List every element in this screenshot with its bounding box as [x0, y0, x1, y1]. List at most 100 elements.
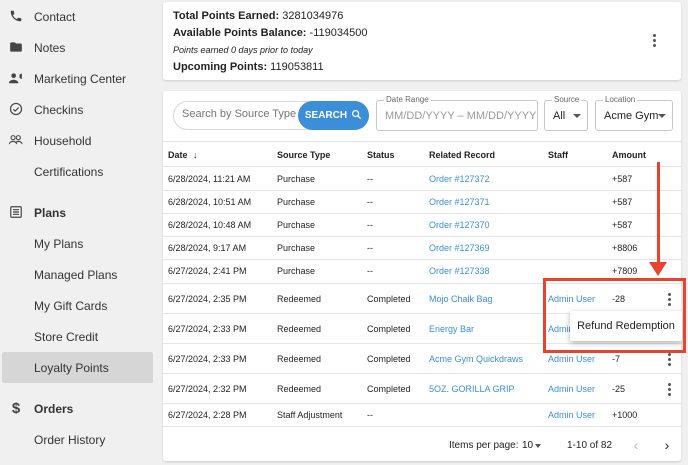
- people-icon: [8, 132, 24, 148]
- cell-status: --: [367, 266, 373, 276]
- sidebar-item-label: Orders: [34, 402, 74, 416]
- sidebar-item-label: My Gift Cards: [34, 299, 108, 313]
- cell-date: 6/28/2024, 10:51 AM: [168, 197, 252, 207]
- check-circle-icon: [8, 101, 24, 117]
- cell-amount: +1000: [612, 410, 638, 420]
- sidebar-section-plans[interactable]: Plans: [0, 197, 155, 228]
- row-more-menu-icon[interactable]: [668, 383, 672, 396]
- cell-amount: +8806: [612, 243, 638, 253]
- sidebar-item-notes[interactable]: Notes: [0, 32, 155, 63]
- cell-source-type: Redeemed: [277, 354, 322, 364]
- sidebar-item-order-history[interactable]: Order History: [0, 424, 155, 455]
- total-points-label: Total Points Earned:: [173, 10, 280, 22]
- cell-source-type: Purchase: [277, 266, 316, 276]
- table-pagination: Items per page: 10 1-10 of 82 ‹ ›: [163, 431, 681, 461]
- search-input[interactable]: [182, 108, 300, 120]
- cell-related-record-link[interactable]: Order #127369: [429, 243, 490, 253]
- phone-icon: [8, 8, 24, 24]
- sidebar-item-label: My Plans: [34, 237, 84, 251]
- cell-status: Completed: [367, 354, 411, 364]
- cell-related-record-link[interactable]: Order #127371: [429, 197, 490, 207]
- sidebar-item-managed-plans[interactable]: Managed Plans: [0, 259, 155, 290]
- column-header-date[interactable]: Date ↓: [168, 150, 198, 160]
- cell-related-record-link[interactable]: Order #127370: [429, 220, 490, 230]
- sidebar-item-loyalty-points[interactable]: Loyalty Points: [2, 352, 153, 383]
- items-per-page-label: Items per page:: [449, 440, 519, 451]
- cell-related-record-link[interactable]: Energy Bar: [429, 324, 474, 334]
- cell-source-type: Redeemed: [277, 294, 322, 304]
- cell-status: Completed: [367, 294, 411, 304]
- cell-status: --: [367, 410, 373, 420]
- available-points-value: -119034500: [309, 27, 368, 39]
- sidebar-item-label: Contact: [34, 10, 76, 24]
- cell-date: 6/27/2024, 2:33 PM: [168, 324, 247, 334]
- table-row: 6/27/2024, 2:28 PM Staff Adjustment -- A…: [163, 404, 681, 427]
- cell-staff-link[interactable]: Admin User: [548, 410, 595, 420]
- cell-staff-link[interactable]: Admin User: [548, 354, 595, 364]
- date-range-input[interactable]: MM/DD/YYYY – MM/DD/YYYY: [385, 110, 536, 122]
- cell-amount: +587: [612, 220, 633, 230]
- column-header-related-record: Related Record: [429, 150, 496, 160]
- list-icon: [8, 204, 24, 220]
- annotation-highlight-box: [543, 278, 686, 353]
- cell-related-record-link[interactable]: Mojo Chalk Bag: [429, 294, 493, 304]
- sort-arrow-down-icon: ↓: [193, 150, 198, 160]
- sidebar-item-certifications[interactable]: Certifications: [0, 156, 155, 187]
- cell-status: --: [367, 243, 373, 253]
- cell-source-type: Purchase: [277, 174, 316, 184]
- sidebar-section-orders[interactable]: $ Orders: [0, 393, 155, 424]
- upcoming-points-value: 119053811: [270, 61, 324, 73]
- cell-related-record-link[interactable]: 5OZ. GORILLA GRIP: [429, 384, 515, 394]
- upcoming-points-label: Upcoming Points:: [173, 61, 268, 73]
- sidebar-item-label: Store Credit: [34, 330, 99, 344]
- row-more-menu-icon[interactable]: [668, 353, 672, 366]
- search-button[interactable]: SEARCH: [298, 101, 369, 130]
- sidebar-item-label: Plans: [34, 206, 67, 220]
- date-range-field[interactable]: Date Range MM/DD/YYYY – MM/DD/YYYY: [376, 95, 538, 131]
- cell-date: 6/28/2024, 9:17 AM: [168, 243, 247, 253]
- cell-related-record-link[interactable]: Acme Gym Quickdraws: [429, 354, 523, 364]
- sidebar-item-my-gift-cards[interactable]: My Gift Cards: [0, 290, 155, 321]
- summary-more-menu-icon[interactable]: [653, 34, 665, 48]
- column-header-amount: Amount: [612, 150, 646, 160]
- cell-related-record-link[interactable]: Order #127338: [429, 266, 490, 276]
- column-header-source-type: Source Type: [277, 150, 331, 160]
- sidebar-item-contact[interactable]: Contact: [0, 1, 155, 32]
- date-range-label: Date Range: [384, 95, 431, 104]
- cell-amount: -25: [612, 384, 626, 394]
- sidebar-item-label: Loyalty Points: [34, 361, 109, 375]
- location-select[interactable]: Location Acme Gym: [595, 95, 673, 131]
- source-label: Source: [552, 95, 582, 104]
- cell-amount: +7809: [612, 266, 638, 276]
- upcoming-points: Upcoming Points: 119053811: [173, 61, 324, 73]
- cell-amount: +587: [612, 174, 633, 184]
- cell-status: --: [367, 220, 373, 230]
- total-points-earned: Total Points Earned: 3281034976: [173, 10, 343, 22]
- cell-staff-link[interactable]: Admin User: [548, 384, 595, 394]
- table-row: 6/28/2024, 10:51 AM Purchase -- Order #1…: [163, 191, 681, 214]
- cell-status: --: [367, 174, 373, 184]
- cell-amount: -7: [612, 354, 621, 364]
- chevron-down-icon: [573, 114, 581, 118]
- chevron-right-icon[interactable]: ›: [660, 438, 674, 452]
- sidebar-item-store-credit[interactable]: Store Credit: [0, 321, 155, 352]
- page-range: 1-10 of 82: [567, 440, 613, 451]
- search-icon: [351, 109, 362, 123]
- cell-related-record-link[interactable]: Order #127372: [429, 174, 490, 184]
- available-points-balance: Available Points Balance: -119034500: [173, 27, 367, 39]
- annotation-arrow-head: [649, 262, 667, 276]
- sidebar-item-label: Notes: [34, 41, 66, 55]
- items-per-page-select[interactable]: 10: [522, 440, 533, 451]
- location-value: Acme Gym: [604, 110, 659, 122]
- sidebar-item-marketing-center[interactable]: Marketing Center: [0, 63, 155, 94]
- cell-source-type: Redeemed: [277, 384, 322, 394]
- sidebar-item-my-plans[interactable]: My Plans: [0, 228, 155, 259]
- sidebar-item-label: Checkins: [34, 103, 84, 117]
- column-header-status: Status: [367, 150, 395, 160]
- source-select[interactable]: Source All: [544, 95, 588, 131]
- sidebar-item-household[interactable]: Household: [0, 125, 155, 156]
- sidebar: Contact Notes Marketing Center Checkins …: [0, 0, 158, 465]
- chevron-left-icon[interactable]: ‹: [629, 438, 643, 452]
- loyalty-transactions-panel: SEARCH Date Range MM/DD/YYYY – MM/DD/YYY…: [163, 91, 681, 461]
- sidebar-item-checkins[interactable]: Checkins: [0, 94, 155, 125]
